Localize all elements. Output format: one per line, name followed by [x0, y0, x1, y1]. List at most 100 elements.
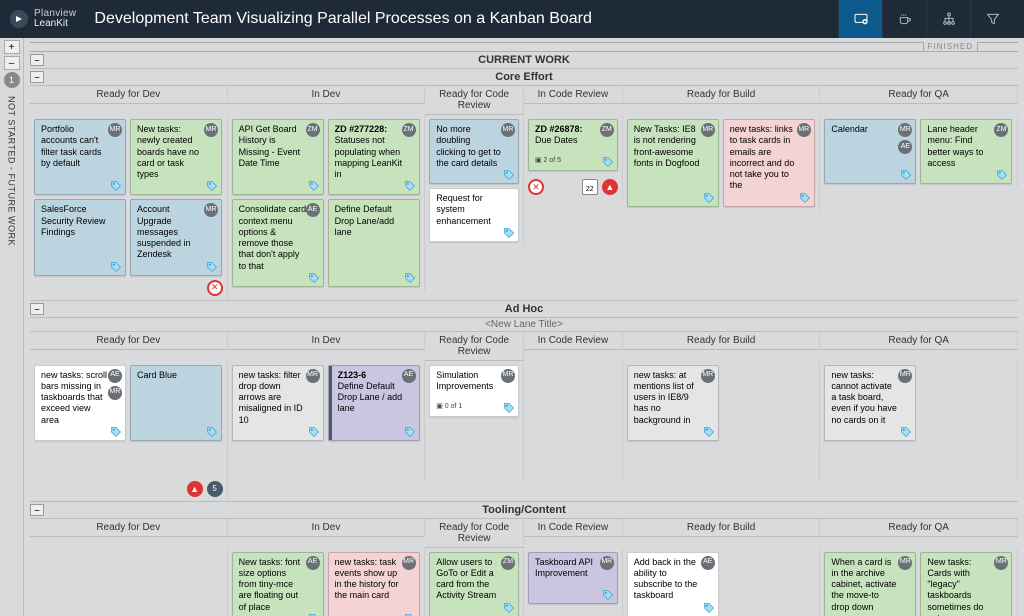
assignee-avatar[interactable]: AE: [701, 556, 715, 570]
col-ready-qa[interactable]: Ready for QA: [820, 519, 1018, 537]
new-lane-placeholder[interactable]: <New Lane Title>: [30, 318, 1018, 332]
kanban-card[interactable]: Account Upgrade messages suspended in Ze…: [130, 199, 222, 275]
rail-expand-button[interactable]: +: [4, 40, 20, 54]
assignee-avatar[interactable]: AE: [306, 556, 320, 570]
cell-adhoc-rq[interactable]: new tasks: cannot activate a task board,…: [820, 361, 1018, 481]
col-in-dev[interactable]: In Dev: [228, 332, 426, 350]
kanban-card[interactable]: New Tasks: IE8 is not rendering front-aw…: [627, 119, 719, 207]
kanban-card[interactable]: Simulation ImprovementsMR▣ 0 of 1: [429, 365, 519, 417]
tag-icon[interactable]: [503, 227, 515, 239]
priority-up-icon[interactable]: ▲: [602, 179, 618, 195]
assignee-avatar[interactable]: ZM: [501, 556, 515, 570]
kanban-card[interactable]: CalendarMRAE: [824, 119, 916, 184]
assignee-avatar[interactable]: ZM: [994, 123, 1008, 137]
kanban-card[interactable]: Portfolio accounts can't filter task car…: [34, 119, 126, 195]
kanban-card[interactable]: new tasks: filter drop down arrows are m…: [232, 365, 324, 441]
col-ready-qa[interactable]: Ready for QA: [820, 86, 1018, 104]
assignee-avatar[interactable]: MR: [701, 123, 715, 137]
assignee-avatar[interactable]: MR: [898, 369, 912, 383]
assignee-avatar[interactable]: MR: [108, 123, 122, 137]
assignee-avatar[interactable]: MR: [402, 556, 416, 570]
tag-icon[interactable]: [110, 261, 122, 273]
collapse-toggle[interactable]: –: [30, 71, 44, 83]
kanban-card[interactable]: new tasks: cannot activate a task board,…: [824, 365, 916, 441]
col-in-dev[interactable]: In Dev: [228, 86, 426, 104]
tag-icon[interactable]: [308, 180, 320, 192]
assignee-avatar[interactable]: AE: [306, 203, 320, 217]
cell-adhoc-rd[interactable]: new tasks: scroll bars missing in taskbo…: [30, 361, 228, 481]
backlog-label[interactable]: NOT STARTED - FUTURE WORK: [7, 96, 17, 246]
tag-icon[interactable]: [404, 272, 416, 284]
assignee-avatar[interactable]: ZM: [306, 123, 320, 137]
assignee-avatar[interactable]: MR: [994, 556, 1008, 570]
col-ready-build[interactable]: Ready for Build: [623, 519, 821, 537]
kanban-card[interactable]: ZD #277228:Statuses not populating when …: [328, 119, 420, 195]
kanban-card[interactable]: New tasks: font size options from tiny-m…: [232, 552, 324, 616]
col-ready-cr[interactable]: Ready for Code Review: [425, 86, 524, 115]
tag-icon[interactable]: [206, 426, 218, 438]
col-in-cr[interactable]: In Code Review: [524, 86, 623, 104]
tag-icon[interactable]: [308, 272, 320, 284]
tag-icon[interactable]: [602, 589, 614, 601]
assignee-avatar[interactable]: MR: [108, 386, 122, 400]
cell-tooling-rb[interactable]: Add back in the ability to subscribe to …: [623, 548, 821, 616]
tag-icon[interactable]: [703, 602, 715, 614]
cell-core-rd[interactable]: Portfolio accounts can't filter task car…: [30, 115, 228, 280]
assignee-avatar[interactable]: AE: [108, 369, 122, 383]
kanban-card[interactable]: new tasks: at mentions list of users in …: [627, 365, 719, 441]
tag-icon[interactable]: [110, 426, 122, 438]
assignee-avatar[interactable]: MR: [898, 123, 912, 137]
kanban-card[interactable]: When a card is in the archive cabinet, a…: [824, 552, 916, 616]
kanban-card[interactable]: API Get Board History is Missing - Event…: [232, 119, 324, 195]
tag-icon[interactable]: [206, 180, 218, 192]
cell-core-icr[interactable]: ZD #26878:Due DatesZM▣ 2 of 5: [524, 115, 623, 179]
col-ready-qa[interactable]: Ready for QA: [820, 332, 1018, 350]
collapse-toggle[interactable]: –: [30, 54, 44, 66]
kanban-card[interactable]: new tasks: task events show up in the hi…: [328, 552, 420, 616]
hierarchy-icon[interactable]: [926, 0, 970, 38]
tag-icon[interactable]: [308, 426, 320, 438]
finished-lane-label[interactable]: FINISHED: [923, 42, 978, 51]
swimlane-current-work[interactable]: – CURRENT WORK: [30, 52, 1018, 69]
assignee-avatar[interactable]: MR: [898, 556, 912, 570]
kanban-card[interactable]: Z123-6Define Default Drop Lane / add lan…: [328, 365, 420, 441]
col-ready-cr[interactable]: Ready for Code Review: [425, 519, 524, 548]
tag-icon[interactable]: [996, 169, 1008, 181]
cell-tooling-rd[interactable]: [30, 548, 228, 616]
tag-icon[interactable]: [900, 169, 912, 181]
tag-icon[interactable]: [503, 602, 515, 614]
assignee-avatar[interactable]: MR: [701, 369, 715, 383]
col-ready-build[interactable]: Ready for Build: [623, 86, 821, 104]
calendar-icon[interactable]: 22: [582, 179, 598, 195]
col-in-cr[interactable]: In Code Review: [524, 332, 623, 350]
cell-adhoc-rb[interactable]: new tasks: at mentions list of users in …: [623, 361, 821, 481]
tag-icon[interactable]: [404, 180, 416, 192]
tag-icon[interactable]: [404, 426, 416, 438]
cell-core-rb[interactable]: New Tasks: IE8 is not rendering front-aw…: [623, 115, 821, 211]
count-badge[interactable]: 5: [207, 481, 223, 497]
cell-adhoc-icr[interactable]: [524, 361, 623, 481]
kanban-card[interactable]: Allow users to GoTo or Edit a card from …: [429, 552, 519, 616]
tag-icon[interactable]: [799, 192, 811, 204]
sublane-core-effort[interactable]: – Core Effort: [30, 69, 1018, 86]
cell-adhoc-id[interactable]: new tasks: filter drop down arrows are m…: [228, 361, 426, 481]
kanban-card[interactable]: SalesForce Security Review Findings: [34, 199, 126, 275]
blocked-icon[interactable]: ✕: [528, 179, 544, 195]
sublane-adhoc[interactable]: – Ad Hoc: [30, 301, 1018, 318]
assignee-avatar[interactable]: AE: [402, 369, 416, 383]
cell-core-id[interactable]: API Get Board History is Missing - Event…: [228, 115, 426, 291]
col-ready-dev[interactable]: Ready for Dev: [30, 86, 228, 104]
kanban-card[interactable]: Add back in the ability to subscribe to …: [627, 552, 719, 616]
assignee-avatar[interactable]: MR: [501, 123, 515, 137]
assignee-avatar[interactable]: ZM: [600, 123, 614, 137]
assignee-avatar[interactable]: ZM: [402, 123, 416, 137]
cell-tooling-rq[interactable]: When a card is in the archive cabinet, a…: [820, 548, 1018, 616]
col-ready-build[interactable]: Ready for Build: [623, 332, 821, 350]
assignee-avatar[interactable]: MR: [797, 123, 811, 137]
tag-icon[interactable]: [110, 180, 122, 192]
blocked-icon[interactable]: ✕: [207, 280, 223, 296]
col-ready-dev[interactable]: Ready for Dev: [30, 332, 228, 350]
filter-icon[interactable]: [970, 0, 1014, 38]
add-card-button[interactable]: [838, 0, 882, 38]
kanban-card[interactable]: new tasks: links to task cards in emails…: [723, 119, 815, 207]
